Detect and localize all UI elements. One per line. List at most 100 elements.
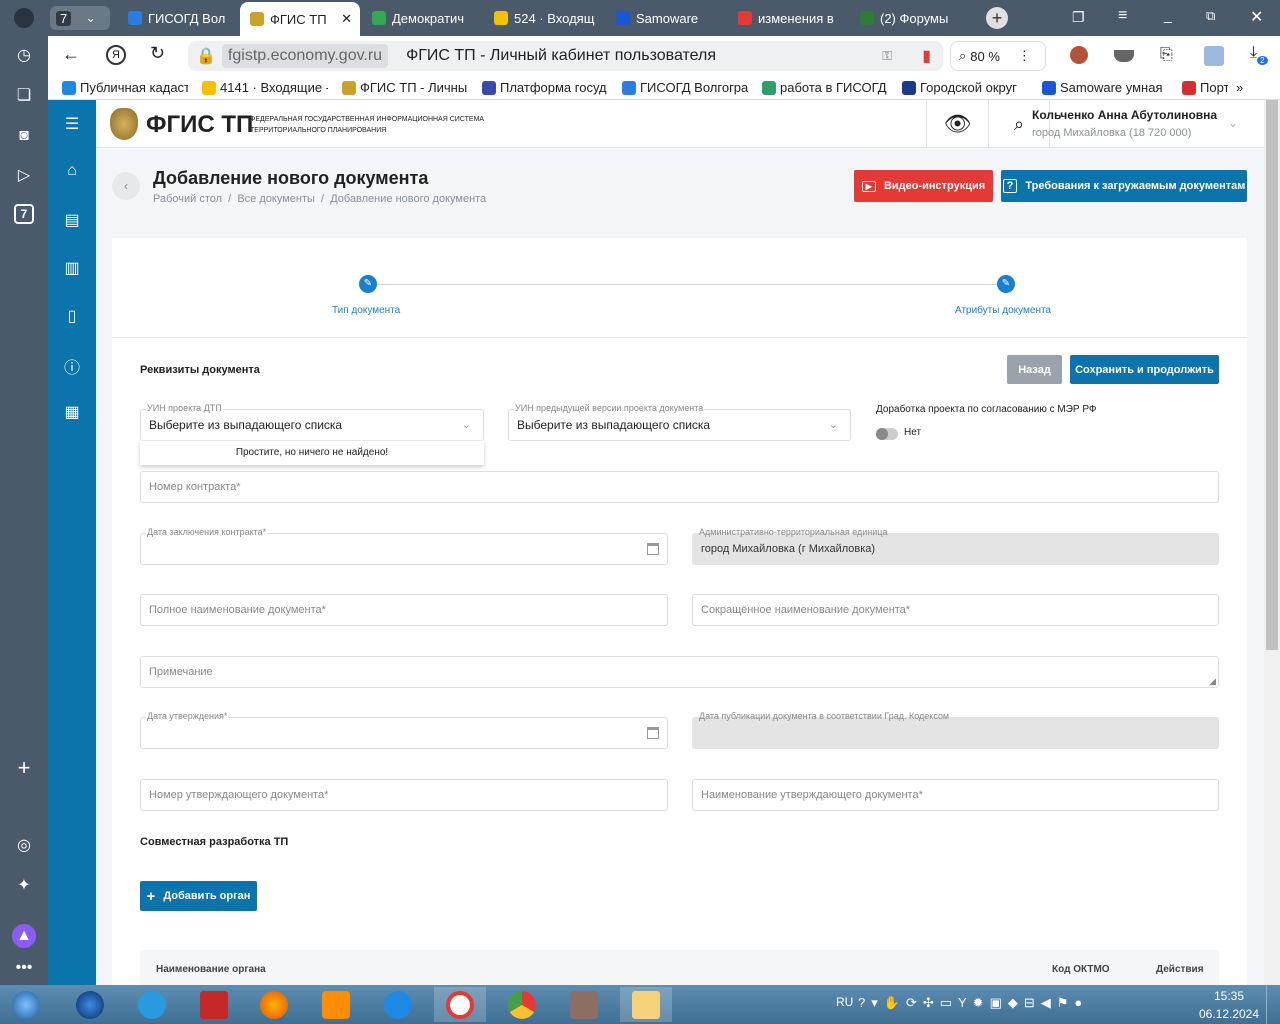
bookmark-item[interactable]: ГИСОГД Волгогра [608,80,748,95]
menu-icon[interactable]: ☰ [62,114,82,134]
contract-number-input[interactable]: Номер контракта* [140,471,1219,503]
sparkle-icon[interactable]: ✦ [12,874,36,898]
explorer-icon[interactable] [620,987,672,1022]
step-2-label[interactable]: Атрибуты документа [955,305,1051,316]
firefox-icon[interactable] [248,987,300,1022]
bookmark-item[interactable]: Городской округ [888,80,1028,95]
calendar-icon[interactable] [647,543,659,555]
breadcrumb-link[interactable]: Все документы [237,193,315,205]
chrome-icon[interactable] [496,987,548,1022]
bookmark-item[interactable]: Платформа госуд [468,80,608,95]
info-icon[interactable]: ⓘ [62,354,82,377]
calendar-7-icon[interactable]: 7 [14,204,34,224]
grid-icon[interactable]: ▦ [62,402,82,422]
contract-date-input[interactable] [140,533,668,565]
home-icon[interactable]: ⌂ [62,162,82,182]
downloads-icon[interactable]: ⤓ 2 [1250,44,1268,65]
user-menu[interactable]: Кольченко Анна Абутолиновна город Михайл… [1032,108,1242,139]
address-input[interactable]: 🔒 fgistp.economy.gov.ru ФГИС ТП - Личный… [188,41,943,71]
back-round-button[interactable]: ‹ [112,172,140,200]
translate-icon[interactable]: ⚿ [882,48,892,64]
menu-icon[interactable]: ≡ [1118,7,1127,25]
full-name-input[interactable]: Полное наименование документа* [140,594,668,626]
bookmark-item[interactable]: ФГИС ТП - Личны [328,80,468,95]
start-button[interactable] [0,987,52,1022]
new-tab-button[interactable]: + [986,7,1008,29]
taskbar-app-icon[interactable] [188,987,240,1022]
ie-icon[interactable] [126,987,178,1022]
map-icon[interactable]: ▥ [62,258,82,278]
reload-icon[interactable]: ↻ [150,43,165,64]
chevron-down-icon[interactable]: ⌄ [1228,116,1238,130]
scrollbar-thumb[interactable] [1266,100,1278,650]
show-desktop-button[interactable] [1266,985,1280,1024]
taskbar-app-icon[interactable] [558,987,610,1022]
minimize-button[interactable]: _ [1164,7,1172,23]
uin-select[interactable]: Выберите из выпадающего списка ⌄ [140,409,484,441]
calendar-icon[interactable] [647,727,659,739]
yandex-browser-icon[interactable] [434,987,486,1022]
add-org-button[interactable]: + Добавить орган [140,881,257,911]
extension-icon[interactable]: ⎘ [1160,46,1173,64]
camera-icon[interactable]: ◙ [12,124,36,148]
back-button[interactable]: Назад [1007,355,1062,384]
save-continue-button[interactable]: Сохранить и продолжить [1070,355,1219,384]
tray-icons[interactable]: ?▾✋⟳✣▭Y✹▣◆⊟◀⚑● [858,995,1088,1011]
bookmark-item[interactable]: Samoware умная [1028,80,1168,95]
bookmark-item[interactable]: работа в ГИСОГД [748,80,888,95]
bookmark-item[interactable]: 4141 · Входящие - [188,80,328,95]
rework-toggle[interactable] [876,428,898,440]
short-name-input[interactable]: Сокращённое наименование документа* [692,594,1219,626]
prev-uin-select[interactable]: Выберите из выпадающего списка ⌄ [508,409,851,441]
video-instruction-button[interactable]: ▶ Видео-инструкция [854,170,993,202]
close-window-button[interactable]: ✕ [1250,7,1263,27]
more-icon[interactable]: ••• [12,956,36,980]
yandex-icon[interactable]: Я [106,45,126,65]
note-textarea[interactable]: Примечание ◢ [140,656,1219,688]
collections-icon[interactable]: ❏ [12,84,36,108]
accessibility-eye-button[interactable]: 👁 [926,100,988,148]
bookmark-item[interactable]: Публичная кадаст [48,80,188,95]
close-tab-icon[interactable]: ✕ [341,11,352,27]
document-icon[interactable]: ▯ [62,306,82,326]
step-1-label[interactable]: Тип документа [332,305,400,316]
tab-count-button[interactable]: 7 ⌄ [50,6,110,30]
document-list-icon[interactable]: ▤ [62,210,82,230]
play-icon[interactable]: ▷ [12,164,36,188]
browser-tab[interactable]: Демократич [362,4,482,32]
history-icon[interactable]: ◷ [12,44,36,68]
assistant-icon[interactable]: ▲ [12,924,36,948]
more-vert-icon[interactable]: ⋮ [1018,48,1031,64]
approving-doc-number-input[interactable]: Номер утверждающего документа* [140,779,668,811]
browser-tab[interactable]: Samoware [606,4,726,32]
bookmark-item[interactable]: Порт [1168,80,1228,95]
clock[interactable]: 15:35 06.12.2024 [1196,989,1262,1021]
browser-tab[interactable]: изменения в [728,4,848,32]
resize-handle-icon[interactable]: ◢ [1209,676,1216,687]
restore-button[interactable]: ⧉ [1206,8,1215,24]
browser-tab[interactable]: (2) Форумы [850,4,970,32]
approving-doc-name-input[interactable]: Наименование утверждающего документа* [692,779,1219,811]
media-player-icon[interactable] [310,987,362,1022]
browser-tab[interactable]: ГИСОГД Вол [118,4,238,32]
profile-icon[interactable] [14,8,34,28]
browser-tab[interactable]: 524 · Входящ [484,4,604,32]
alice-icon[interactable]: ◎ [12,834,36,858]
language-indicator[interactable]: RU [836,995,853,1009]
bookmarks-more-button[interactable]: » [1236,80,1243,95]
step-1-edit-icon[interactable]: ✎ [359,275,377,293]
extension-icon[interactable] [1204,46,1224,66]
zoom-indicator[interactable]: ⌕ 80 % ⋮ [950,41,1046,71]
taskbar-app-icon[interactable] [372,987,424,1022]
requirements-button[interactable]: ? Требования к загружаемым документам [1001,170,1247,202]
add-panel-icon[interactable]: + [12,756,36,780]
taskbar-app-icon[interactable] [64,987,116,1022]
extension-icon[interactable] [1070,46,1088,64]
bookmark-panel-icon[interactable]: ❐ [1072,9,1085,26]
browser-tab[interactable]: ФГИС ТП ✕ [240,2,360,36]
extension-icon[interactable] [1114,50,1134,62]
bookmark-icon[interactable]: ▮ [922,46,931,66]
back-icon[interactable]: ← [62,44,80,65]
step-2-edit-icon[interactable]: ✎ [997,275,1015,293]
breadcrumb-link[interactable]: Рабочий стол [153,193,222,205]
